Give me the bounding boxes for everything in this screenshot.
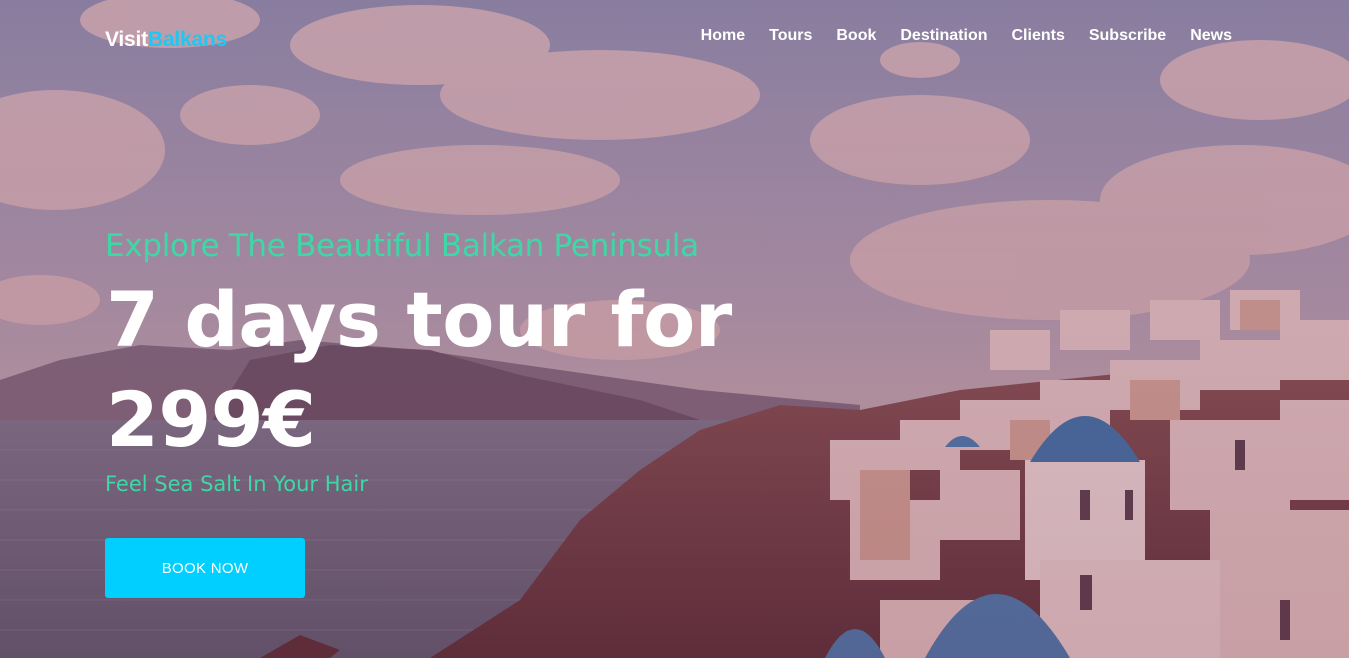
hero-subline: Feel Sea Salt In Your Hair [105, 472, 368, 496]
logo-text-visit: Visit [105, 28, 148, 51]
hero-section: VisitBalkans Home Tours Book Destination… [0, 0, 1349, 658]
nav-item-tours[interactable]: Tours [769, 27, 812, 45]
nav-item-news[interactable]: News [1190, 27, 1232, 45]
site-logo[interactable]: VisitBalkans [105, 28, 227, 52]
nav-item-book[interactable]: Book [836, 27, 876, 45]
nav-item-clients[interactable]: Clients [1012, 27, 1065, 45]
nav-item-destination[interactable]: Destination [900, 27, 987, 45]
logo-text-balkans: Balkans [147, 28, 228, 51]
hero-headline: 7 days tour for 299€ [106, 275, 732, 464]
book-now-button[interactable]: BOOK NOW [105, 538, 305, 598]
nav-item-home[interactable]: Home [701, 27, 745, 45]
main-navigation: Home Tours Book Destination Clients Subs… [701, 27, 1232, 45]
nav-item-subscribe[interactable]: Subscribe [1089, 27, 1166, 45]
hero-tagline: Explore The Beautiful Balkan Peninsula [105, 228, 699, 264]
